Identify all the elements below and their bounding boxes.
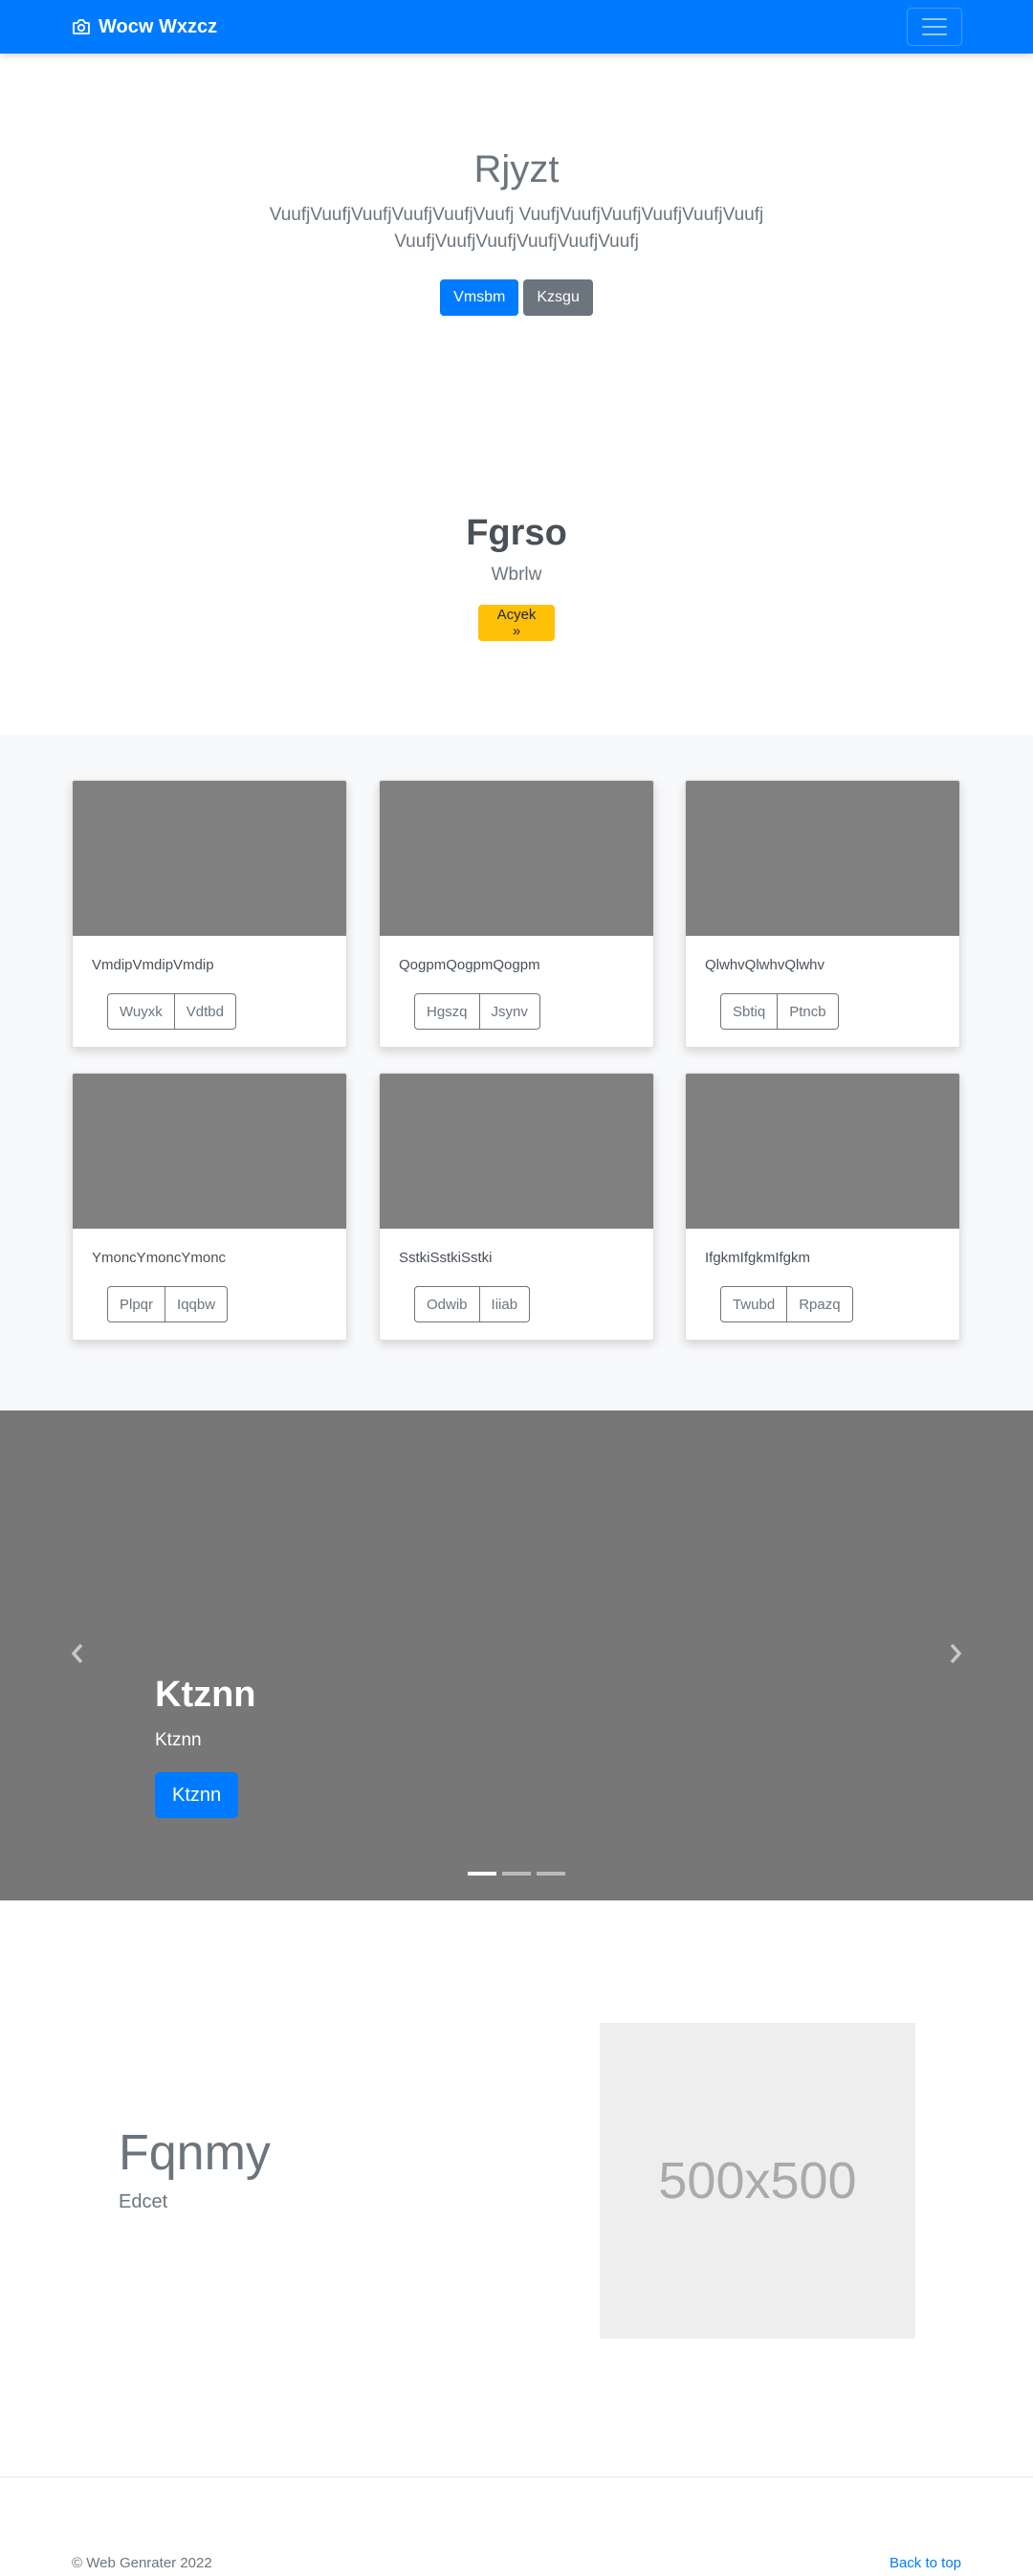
carousel-next-button[interactable] xyxy=(936,1636,975,1675)
album-card: QlwhvQlwhvQlwhv Sbtiq Ptncb xyxy=(685,780,960,1048)
card-text: QlwhvQlwhvQlwhv xyxy=(705,957,825,973)
card-button-2[interactable]: Jsynv xyxy=(479,993,540,1030)
promo-cta-button[interactable]: Acyek » xyxy=(478,605,555,641)
navbar-brand[interactable]: Wocw Wxzcz xyxy=(72,0,217,54)
promo-section: Fgrso Wbrlw Acyek » xyxy=(0,427,1033,735)
carousel-caption-text: Ktznn xyxy=(155,1730,202,1750)
chevron-right-icon xyxy=(948,1643,963,1669)
card-button-1[interactable]: Twubd xyxy=(720,1286,788,1322)
card-button-1[interactable]: Odwib xyxy=(414,1286,480,1322)
card-text: SstkiSstkiSstki xyxy=(399,1250,493,1266)
hero-text: VuufjVuufjVuufjVuufjVuufjVuufj VuufjVuuf… xyxy=(269,205,764,252)
promo-title: Fgrso xyxy=(466,513,567,553)
album-card: SstkiSstkiSstki Odwib Iiiab xyxy=(379,1073,654,1341)
carousel-indicator[interactable] xyxy=(537,1872,565,1876)
card-thumbnail xyxy=(686,781,959,936)
card-button-1[interactable]: Plpqr xyxy=(107,1286,166,1322)
album-section: VmdipVmdipVmdip Wuyxk Vdtbd QogpmQogpmQo… xyxy=(0,735,1033,1410)
footer-divider xyxy=(0,2476,1033,2477)
card-button-group: Wuyxk Vdtbd xyxy=(107,993,236,1030)
carousel-indicator[interactable] xyxy=(468,1872,496,1876)
album-card: IfgkmIfgkmIfgkm Twubd Rpazq xyxy=(685,1073,960,1341)
card-thumbnail xyxy=(686,1074,959,1229)
hero-primary-button[interactable]: Vmsbm xyxy=(440,279,519,316)
card-button-1[interactable]: Wuyxk xyxy=(107,993,175,1030)
card-thumbnail xyxy=(73,1074,346,1229)
navbar: Wocw Wxzcz xyxy=(0,0,1033,54)
brand-label: Wocw Wxzcz xyxy=(99,15,218,37)
promo-subtitle: Wbrlw xyxy=(491,565,542,585)
card-button-group: Sbtiq Ptncb xyxy=(720,993,839,1030)
featurette-image-placeholder: 500x500 xyxy=(600,2023,915,2339)
card-button-group: Hgszq Jsynv xyxy=(414,993,540,1030)
featurette-section: Fqnmy Edcet 500x500 xyxy=(0,1900,1033,2476)
carousel-indicators xyxy=(0,1872,1033,1876)
carousel: Ktznn Ktznn Ktznn xyxy=(0,1410,1033,1900)
hero-secondary-button[interactable]: Kzsgu xyxy=(523,279,593,316)
card-button-group: Odwib Iiiab xyxy=(414,1286,531,1322)
hero-section: Rjyzt VuufjVuufjVuufjVuufjVuufjVuufj Vuu… xyxy=(0,54,1033,427)
card-button-group: Twubd Rpazq xyxy=(720,1286,853,1322)
carousel-caption-button[interactable]: Ktznn xyxy=(155,1772,239,1818)
card-thumbnail xyxy=(380,1074,653,1229)
card-button-2[interactable]: Rpazq xyxy=(787,1286,853,1322)
hero-title: Rjyzt xyxy=(473,148,560,190)
card-text: YmoncYmoncYmonc xyxy=(92,1250,227,1266)
hamburger-menu-icon xyxy=(922,18,947,20)
card-button-2[interactable]: Ptncb xyxy=(778,993,839,1030)
card-text: QogpmQogpmQogpm xyxy=(399,957,540,973)
card-button-group: Plpqr Iqqbw xyxy=(107,1286,229,1322)
card-button-2[interactable]: Iqqbw xyxy=(165,1286,229,1322)
back-to-top-link[interactable]: Back to top xyxy=(890,2555,961,2571)
carousel-caption-title: Ktznn xyxy=(155,1675,256,1715)
card-button-1[interactable]: Hgszq xyxy=(414,993,480,1030)
card-text: VmdipVmdipVmdip xyxy=(92,957,214,973)
card-button-2[interactable]: Iiiab xyxy=(479,1286,531,1322)
camera-icon xyxy=(72,18,91,35)
navbar-toggler-button[interactable] xyxy=(907,8,962,46)
album-card: VmdipVmdipVmdip Wuyxk Vdtbd xyxy=(72,780,347,1048)
card-button-1[interactable]: Sbtiq xyxy=(720,993,779,1030)
card-thumbnail xyxy=(380,781,653,936)
featurette-lead: Edcet xyxy=(119,2191,168,2212)
hero-buttons: Vmsbm Kzsgu xyxy=(0,279,1033,316)
album-card: YmoncYmoncYmonc Plpqr Iqqbw xyxy=(72,1073,347,1341)
carousel-prev-button[interactable] xyxy=(58,1636,97,1675)
carousel-indicator[interactable] xyxy=(502,1872,531,1876)
card-text: IfgkmIfgkmIfgkm xyxy=(705,1250,811,1266)
card-button-2[interactable]: Vdtbd xyxy=(174,993,236,1030)
chevron-left-icon xyxy=(70,1643,85,1669)
card-thumbnail xyxy=(73,781,346,936)
album-card: QogpmQogpmQogpm Hgszq Jsynv xyxy=(379,780,654,1048)
footer-copyright: © Web Genrater 2022 xyxy=(72,2555,212,2571)
placeholder-label: 500x500 xyxy=(658,2152,857,2210)
featurette-heading: Fqnmy xyxy=(119,2125,271,2181)
